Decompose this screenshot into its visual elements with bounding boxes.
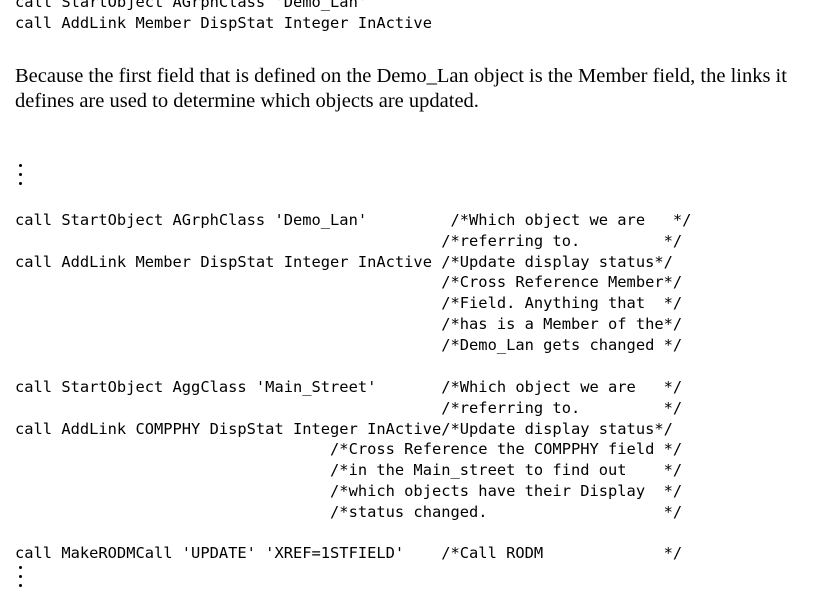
ellipsis-dot	[18, 584, 22, 587]
code-line: /*has is a Member of the*/	[15, 314, 683, 333]
code-line: /*Field. Anything that */	[15, 294, 683, 313]
code-line: call StartObject AggClass 'Main_Street' …	[15, 378, 683, 396]
code-line: /*Demo_Lan gets changed */	[15, 335, 683, 354]
code-line: call AddLink COMPPHY DispStat Integer In…	[15, 419, 673, 438]
document-page: call StartObject AGrphClass 'Demo_Lan' c…	[0, 0, 816, 596]
code-line: /*in the Main_street to find out */	[15, 461, 683, 480]
code-block-rodm-call: call MakeRODMCall 'UPDATE' 'XREF=1STFIEL…	[15, 543, 682, 564]
code-line: /*referring to. */	[15, 398, 683, 417]
code-block-demo-lan: call StartObject AGrphClass 'Demo_Lan' /…	[15, 210, 691, 356]
code-line: call MakeRODMCall 'UPDATE' 'XREF=1STFIEL…	[15, 544, 683, 562]
body-paragraph: Because the first field that is defined …	[15, 65, 787, 112]
ellipsis-dot	[18, 164, 22, 167]
code-block-main-street: call StartObject AggClass 'Main_Street' …	[15, 377, 682, 523]
code-snippet-top: call StartObject AGrphClass 'Demo_Lan' c…	[15, 0, 432, 34]
ellipsis-dot	[18, 575, 22, 578]
code-line: /*Cross Reference Member*/	[15, 273, 683, 292]
vertical-ellipsis-2	[15, 566, 25, 593]
code-line: call StartObject AGrphClass 'Demo_Lan' /…	[15, 211, 692, 229]
ellipsis-dot	[18, 566, 22, 569]
code-line: /*Cross Reference the COMPPHY field */	[15, 440, 683, 459]
vertical-ellipsis-1	[15, 164, 25, 191]
code-line: /*status changed. */	[15, 502, 683, 521]
code-line: /*referring to. */	[15, 231, 683, 250]
code-line: call AddLink Member DispStat Integer InA…	[15, 252, 673, 271]
ellipsis-dot	[18, 173, 22, 176]
code-line: call AddLink Member DispStat Integer InA…	[15, 13, 432, 32]
code-line: call StartObject AGrphClass 'Demo_Lan'	[15, 0, 368, 11]
code-line: /*which objects have their Display */	[15, 481, 683, 500]
ellipsis-dot	[18, 182, 22, 185]
